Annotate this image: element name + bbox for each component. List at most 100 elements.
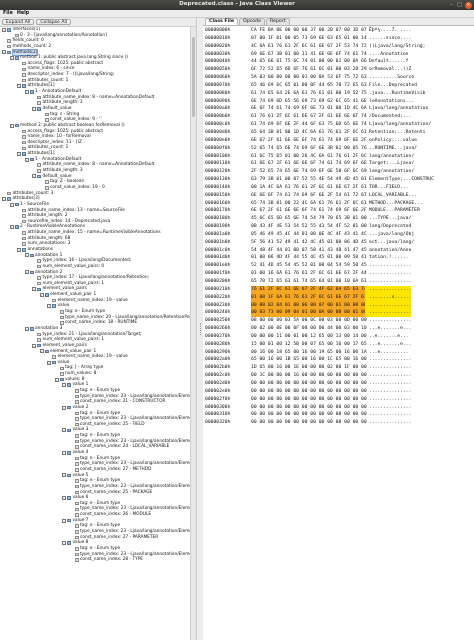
collapse-toggle-icon[interactable]: - <box>47 360 51 365</box>
hex-row[interactable]: 00000280h 15 00 01 00 12 5B 00 07 65 00 1… <box>203 341 474 349</box>
hex-row[interactable]: 000000b0h 61 76 61 2F 6C 61 6E 67 2F 61 6… <box>203 113 474 121</box>
collapse-toggle-icon[interactable]: - <box>24 89 29 94</box>
tab-class-file[interactable]: Class File <box>205 18 239 25</box>
tree-node[interactable]: const_name_index: 28 - TYPE <box>0 557 190 563</box>
collapse-toggle-icon[interactable]: - <box>2 50 6 55</box>
hex-row[interactable]: 000000e0h 6E 67 2F 61 6E 6E 6F 74 61 74 6… <box>203 137 474 145</box>
menu-file[interactable]: File <box>3 11 13 16</box>
tab-report[interactable]: Report <box>266 18 290 25</box>
collapse-toggle-icon[interactable]: - <box>17 84 21 89</box>
hex-row[interactable]: 000002a0h 65 00 16 00 1B 65 00 16 00 1C 6… <box>203 356 474 364</box>
hex-row[interactable]: 000000a0h 6E 6F 74 61 74 69 6F 6E 73 01 0… <box>203 105 474 113</box>
collapse-toggle-icon[interactable]: - <box>24 157 29 162</box>
collapse-toggle-icon[interactable]: - <box>9 202 14 207</box>
hex-row[interactable]: 000001c0h 54 48 4F 44 01 00 07 50 41 43 4… <box>203 247 474 255</box>
hex-row[interactable]: 000002d0h 00 00 00 00 00 00 00 00 00 00 0… <box>203 380 474 388</box>
collapse-toggle-icon[interactable]: - <box>24 270 29 275</box>
hex-row[interactable]: 00000010h 07 00 1F 01 00 05 73 69 6E 63 6… <box>203 35 474 43</box>
hex-row[interactable]: 00000290h 00 16 00 18 65 00 16 00 19 65 0… <box>203 349 474 357</box>
collapse-toggle-icon[interactable]: - <box>54 377 59 382</box>
hex-row[interactable]: 00000210h 76 61 2F 6C 61 6E 67 2F 4F 62 6… <box>203 285 474 294</box>
hex-row[interactable]: 000000d0h 65 64 3B 01 00 1D 4C 6A 61 76 6… <box>203 129 474 137</box>
hex-row[interactable]: 00000090h 6E 74 69 6D 65 56 69 73 69 62 6… <box>203 98 474 106</box>
collapse-toggle-icon[interactable]: - <box>9 225 14 230</box>
collapse-toggle-icon[interactable]: - <box>39 349 44 354</box>
hex-row[interactable]: 00000020h 4C 6A 61 76 61 2F 6C 61 6E 67 2… <box>203 43 474 51</box>
hex-address: 000000c0h <box>205 122 231 128</box>
hex-row[interactable]: 00000200h 65 70 72 65 63 61 74 65 64 01 0… <box>203 278 474 286</box>
collapse-toggle-icon[interactable]: - <box>62 518 66 523</box>
hex-row[interactable]: 00000050h 6F 72 52 65 6D 6F 76 61 6C 01 0… <box>203 66 474 74</box>
minimize-icon[interactable]: – <box>448 2 455 9</box>
collapse-toggle-icon[interactable]: - <box>17 247 21 252</box>
collapse-toggle-icon[interactable]: - <box>62 405 66 410</box>
hex-row[interactable]: 00000120h 2F 52 65 74 65 6E 74 69 6F 6E 5… <box>203 168 474 176</box>
hex-row[interactable]: 00000160h 65 74 3B 01 00 22 4C 6A 61 76 6… <box>203 200 474 208</box>
collapse-toggle-icon[interactable]: - <box>39 292 44 297</box>
hex-row[interactable]: 00000100h 61 6C 75 65 01 00 26 4C 6A 61 7… <box>203 153 474 161</box>
hex-row[interactable]: 00000030h 69 6E 67 3B 01 00 11 41 6E 6E 6… <box>203 51 474 59</box>
hex-row[interactable]: 000002e0h 00 00 00 00 00 00 00 00 00 00 0… <box>203 388 474 396</box>
hex-row[interactable]: 00000250h 08 00 00 00 03 5A 00 0C 00 03 0… <box>203 317 474 325</box>
hex-row[interactable]: 000002c0h 00 1C 00 00 00 16 00 00 00 00 0… <box>203 372 474 380</box>
collapse-toggle-icon[interactable]: - <box>62 428 66 433</box>
collapse-all-button[interactable]: Collapse All <box>36 19 72 25</box>
hex-row[interactable]: 00000310h 00 00 00 00 00 00 00 00 00 00 0… <box>203 411 474 419</box>
close-icon[interactable]: × <box>465 1 472 9</box>
collapse-toggle-icon[interactable]: - <box>62 473 66 478</box>
collapse-toggle-icon[interactable]: - <box>2 27 6 32</box>
collapse-toggle-icon[interactable]: - <box>9 56 14 61</box>
hex-row[interactable]: 000001e0h 52 41 4D 45 54 45 52 01 00 04 5… <box>203 262 474 270</box>
hex-row[interactable]: 00000240h 00 03 73 00 09 04 01 00 0A 00 0… <box>203 309 474 318</box>
hex-row[interactable]: 00000110h 61 6E 67 2F 61 6E 6E 6F 74 61 7… <box>203 160 474 168</box>
tree-scroll-thumb[interactable] <box>192 37 195 117</box>
maximize-icon[interactable]: □ <box>456 2 463 9</box>
collapse-toggle-icon[interactable]: - <box>32 287 36 292</box>
hex-row[interactable]: 00000190h 0B 43 4F 4E 53 54 52 55 43 54 4… <box>203 223 474 231</box>
hex-row[interactable]: 00000300h 00 00 00 00 00 00 00 00 00 00 0… <box>203 404 474 412</box>
hex-row[interactable]: 00000220h 01 00 1F 6A 61 76 61 2F 6C 61 6… <box>203 293 474 302</box>
collapse-toggle-icon[interactable]: - <box>62 495 66 500</box>
hex-row[interactable]: 00000180h 45 6C 65 6D 65 6E 74 54 79 70 6… <box>203 215 474 223</box>
tree-vertical-scrollbar[interactable] <box>190 27 196 640</box>
hex-row[interactable]: 000002f0h 00 00 00 00 00 00 00 00 00 00 0… <box>203 396 474 404</box>
collapse-toggle-icon[interactable]: - <box>17 151 21 156</box>
hex-row[interactable]: 000001f0h 01 00 16 6A 61 76 61 2F 6C 61 6… <box>203 270 474 278</box>
hex-row[interactable]: 00000170h 6E 67 2F 61 6E 6E 6F 74 61 74 6… <box>203 207 474 215</box>
hex-row[interactable]: 00000260h 00 02 00 0E 00 0F 00 00 00 44 0… <box>203 325 474 333</box>
collapse-toggle-icon[interactable]: - <box>32 174 36 179</box>
hex-row[interactable]: 00000060h 5A 03 00 00 00 00 01 00 0A 53 6… <box>203 74 474 82</box>
collapse-toggle-icon[interactable]: - <box>2 197 6 202</box>
collapse-toggle-icon[interactable]: - <box>62 450 66 455</box>
hex-row[interactable]: 000001a0h 05 46 49 45 4C 44 01 00 0E 4C 4… <box>203 231 474 239</box>
collapse-toggle-icon[interactable]: - <box>24 253 29 258</box>
collapse-toggle-icon[interactable]: - <box>62 541 66 546</box>
hex-row[interactable]: 00000320h 00 00 00 00 00 00 00 00 00 00 0… <box>203 419 474 427</box>
menu-help[interactable]: Help <box>17 11 29 16</box>
collapse-toggle-icon[interactable]: - <box>32 343 36 348</box>
collapse-toggle-icon[interactable]: - <box>47 304 51 309</box>
tab-opcode[interactable]: Opcode <box>239 18 266 25</box>
splitter-grip-icon[interactable] <box>199 323 202 335</box>
hex-row[interactable]: 00000230h 00 00 02 04 01 00 06 00 07 00 0… <box>203 301 474 310</box>
hex-row[interactable]: 000001b0h 5F 56 41 52 49 41 42 4C 45 01 0… <box>203 239 474 247</box>
hex-row[interactable]: 00000080h 61 74 65 64 2E 6A 61 76 61 01 0… <box>203 90 474 98</box>
hex-row[interactable]: 000001d0h 01 00 06 4D 4F 44 55 4C 45 01 0… <box>203 254 474 262</box>
hex-row[interactable]: 00000070h 65 46 69 6C 65 01 00 0F 44 65 7… <box>203 82 474 90</box>
hex-row[interactable]: 000002b0h 1D 65 00 16 00 1E 00 00 00 02 0… <box>203 364 474 372</box>
hex-row[interactable]: 000000c0h 61 74 69 6F 6E 2F 44 6F 63 75 6… <box>203 121 474 129</box>
hex-ascii: ............... <box>365 301 412 310</box>
hex-row[interactable]: 00000140h 00 1A 4C 6A 61 76 61 2F 6C 61 6… <box>203 184 474 192</box>
collapse-toggle-icon[interactable]: - <box>24 326 29 331</box>
hex-ascii: ............... <box>369 357 412 363</box>
collapse-toggle-icon[interactable]: - <box>9 123 14 128</box>
expand-all-button[interactable]: Expand All <box>2 19 35 25</box>
collapse-toggle-icon[interactable]: - <box>32 106 36 111</box>
hex-row[interactable]: 000000f0h 52 65 74 65 6E 74 69 6F 6E 3B 0… <box>203 145 474 153</box>
hex-row[interactable]: 00000000h CA FE BA BE 00 00 00 37 00 20 0… <box>203 27 474 35</box>
hex-row[interactable]: 00000040h 44 65 66 61 75 6C 74 01 00 00 0… <box>203 58 474 66</box>
hex-row[interactable]: 00000130h 63 79 3B 01 00 07 52 55 4E 54 4… <box>203 176 474 184</box>
hex-row[interactable]: 00000270h 00 00 00 11 00 01 00 12 65 00 1… <box>203 333 474 341</box>
hex-row[interactable]: 00000150h 6E 6E 6F 74 61 74 69 6F 6E 2F 5… <box>203 192 474 200</box>
collapse-toggle-icon[interactable]: - <box>62 383 66 388</box>
